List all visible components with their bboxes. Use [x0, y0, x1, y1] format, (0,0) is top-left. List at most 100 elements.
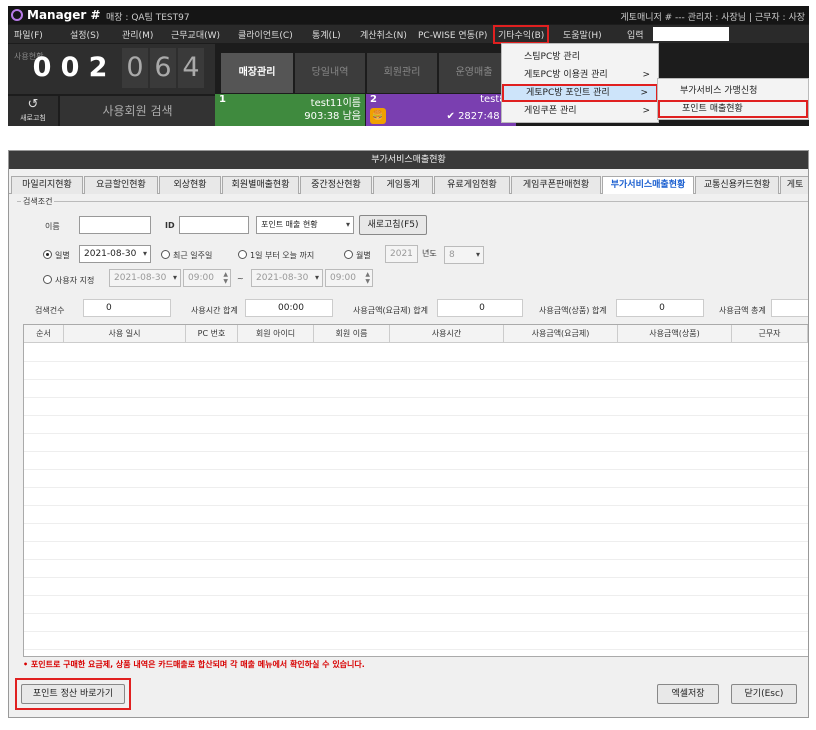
menu-cancel-payment[interactable]: 계산취소(N)	[360, 28, 407, 41]
menu-pcwise[interactable]: PC-WISE 연동(P)	[418, 28, 487, 41]
menu-file[interactable]: 파일(F)	[14, 28, 43, 41]
grid-line	[24, 613, 808, 614]
spinner-icon[interactable]: ▲ ▼	[223, 271, 228, 285]
column-header[interactable]: 순서	[24, 325, 64, 343]
menu-input-field[interactable]	[653, 27, 729, 41]
excel-save-button[interactable]: 엑셀저장	[657, 684, 719, 704]
summary-goods-value: 0	[616, 299, 704, 317]
grid-line	[24, 397, 808, 398]
column-header[interactable]: 사용시간	[390, 325, 504, 343]
submenu-item-apply[interactable]: 부가서비스 가맹신청	[658, 82, 808, 100]
sales-table[interactable]: 순서 사용 일시 PC 번호 회원 아이디 회원 이름 사용시간 사용금액(요금…	[23, 324, 808, 657]
pc-seat-card[interactable]: 1 test11이름 903:38 남음	[215, 94, 365, 126]
month-select[interactable]: 8 ▾	[444, 246, 484, 264]
menu-input-label: 입력	[627, 31, 644, 41]
menu-other-income[interactable]: 기타수익(B)	[493, 25, 550, 44]
tab-game-stats[interactable]: 게임통계	[373, 176, 433, 194]
tab-member-sales[interactable]: 회원별매출현황	[222, 176, 299, 194]
custom-to-date[interactable]: 2021-08-30 ▾	[251, 269, 323, 287]
menu-statistics[interactable]: 통계(L)	[312, 28, 341, 41]
chevron-right-icon: >	[640, 88, 648, 98]
tab-paid-game[interactable]: 유료게임현황	[434, 176, 510, 194]
dropdown-item-label: 스팀PC방 관리	[524, 52, 580, 62]
other-income-dropdown: 스팀PC방 관리 게토PC방 이용권 관리 > 게토PC방 포인트 관리 > 게…	[501, 43, 659, 123]
manager-titlebar: Manager # 매장 : QA팀 TEST97 게토매니저 # --- 관리…	[8, 6, 809, 24]
radio-daily-label: 일별	[55, 251, 70, 260]
menu-manage[interactable]: 관리(M)	[122, 28, 153, 41]
month-select-value: 8	[449, 250, 455, 260]
tab-transit-card[interactable]: 교통신용카드현황	[695, 176, 779, 194]
table-header: 순서 사용 일시 PC 번호 회원 아이디 회원 이름 사용시간 사용금액(요금…	[24, 325, 808, 343]
radio-recent-week[interactable]	[161, 250, 170, 259]
tab-store-manage[interactable]: 매장관리	[221, 53, 293, 93]
custom-to-time[interactable]: 09:00 ▲ ▼	[325, 269, 373, 287]
custom-to-date-value: 2021-08-30	[256, 273, 309, 283]
column-header[interactable]: 사용금액(요금제)	[504, 325, 618, 343]
radio-recent-week-label: 최근 일주일	[173, 251, 213, 260]
custom-from-time[interactable]: 09:00 ▲ ▼	[183, 269, 231, 287]
user-info: 게토매니저 # --- 관리자 : 사장님 | 근무자 : 사장	[620, 13, 805, 23]
pc-seat-card[interactable]: 2 🍔 test80 ✔ 2827:48 사	[366, 94, 516, 126]
tab-sales[interactable]: 운영매출	[439, 53, 509, 93]
column-header[interactable]: 근무자	[732, 325, 808, 343]
type-select-value: 포인트 매출 현황	[261, 220, 318, 229]
tab-today[interactable]: 당일내역	[295, 53, 365, 93]
type-select[interactable]: 포인트 매출 현황 ▾	[256, 216, 354, 234]
dropdown-item-steam[interactable]: 스팀PC방 관리	[502, 48, 658, 66]
refresh-f5-button[interactable]: 새로고침(F5)	[359, 215, 427, 235]
column-header[interactable]: 회원 이름	[314, 325, 390, 343]
counter-digit: 6	[150, 48, 176, 88]
summary-goods-label: 사용금액(상품) 합계	[539, 306, 607, 315]
tab-geto[interactable]: 게토	[780, 176, 808, 194]
menu-bar: 파일(F) 설정(S) 관리(M) 근무교대(W) 클라이언트(C) 통계(L)…	[8, 25, 809, 44]
custom-to-time-value: 09:00	[330, 273, 356, 283]
column-header[interactable]: 회원 아이디	[238, 325, 314, 343]
grid-line	[24, 451, 808, 452]
tab-discount[interactable]: 요금할인현황	[84, 176, 158, 194]
tab-credit[interactable]: 외상현황	[159, 176, 221, 194]
radio-custom[interactable]	[43, 275, 52, 284]
column-header[interactable]: PC 번호	[186, 325, 238, 343]
grid-line	[24, 541, 808, 542]
spinner-icon[interactable]: ▲ ▼	[365, 271, 370, 285]
grid-line	[24, 577, 808, 578]
point-settle-button[interactable]: 포인트 정산 바로가기	[21, 684, 125, 704]
tab-coupon-sales[interactable]: 게임쿠폰판매현황	[511, 176, 601, 194]
radio-daily[interactable]	[43, 250, 52, 259]
summary-plan-value: 0	[437, 299, 523, 317]
grid-line	[24, 595, 808, 596]
tab-mileage[interactable]: 마일리지현황	[11, 176, 83, 194]
year-label: 년도	[422, 249, 437, 258]
summary-count-value: 0	[83, 299, 171, 317]
submenu-item-point-sales[interactable]: 포인트 매출현황	[658, 100, 808, 118]
summary-time-label: 사용시간 합계	[191, 306, 238, 315]
menu-settings[interactable]: 설정(S)	[70, 28, 99, 41]
daily-date-picker[interactable]: 2021-08-30 ▾	[79, 245, 151, 263]
pc-number: 2	[370, 94, 377, 105]
dropdown-item-ticket[interactable]: 게토PC방 이용권 관리 >	[502, 66, 658, 84]
food-order-icon: 🍔	[370, 108, 386, 124]
tab-interim[interactable]: 중간정산현황	[300, 176, 372, 194]
chevron-right-icon: >	[642, 70, 650, 80]
menu-help[interactable]: 도움말(H)	[563, 28, 602, 41]
radio-monthly[interactable]	[344, 250, 353, 259]
refresh-button[interactable]: ↺ 새로고침	[8, 96, 58, 126]
menu-shift-change[interactable]: 근무교대(W)	[171, 28, 220, 41]
custom-from-time-value: 09:00	[188, 273, 214, 283]
tab-members[interactable]: 회원관리	[367, 53, 437, 93]
dropdown-item-point[interactable]: 게토PC방 포인트 관리 >	[502, 84, 658, 102]
radio-month-to-date[interactable]	[238, 250, 247, 259]
id-input[interactable]	[179, 216, 249, 234]
tab-addon-sales[interactable]: 부가서비스매출현황	[602, 176, 694, 194]
usage-counter: 사용현황 0 0 2 0 6 4	[8, 44, 215, 94]
radio-month-to-date-label: 1일 부터 오늘 까지	[250, 251, 315, 260]
name-input[interactable]	[79, 216, 151, 234]
column-header[interactable]: 사용 일시	[64, 325, 186, 343]
dropdown-item-coupon[interactable]: 게임쿠폰 관리 >	[502, 102, 658, 120]
column-header[interactable]: 사용금액(상품)	[618, 325, 732, 343]
close-button[interactable]: 닫기(Esc)	[731, 684, 797, 704]
menu-client[interactable]: 클라이언트(C)	[238, 28, 293, 41]
year-input[interactable]: 2021	[385, 245, 418, 263]
member-search-button[interactable]: 사용회원 검색	[60, 96, 215, 126]
custom-from-date[interactable]: 2021-08-30 ▾	[109, 269, 181, 287]
